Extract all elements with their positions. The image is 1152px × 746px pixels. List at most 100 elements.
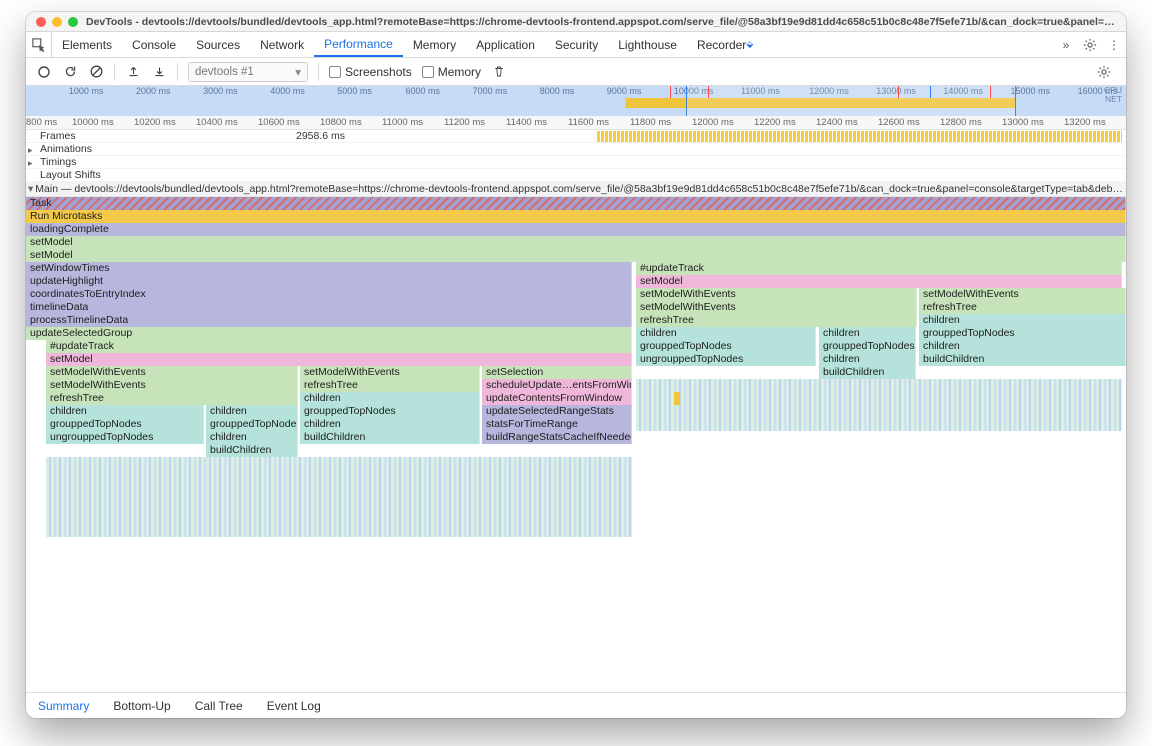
flame-bar[interactable]: grouppedTopNodes	[919, 327, 1126, 340]
overview-selection[interactable]	[686, 86, 1016, 116]
recording-select[interactable]: devtools #1 ▾	[188, 62, 308, 82]
details-tab-bottom-up[interactable]: Bottom-Up	[101, 693, 182, 718]
flame-bar[interactable]: setModelWithEvents	[636, 301, 917, 314]
flame-bar[interactable]: setModel	[26, 236, 1126, 249]
flame-bar[interactable]: #updateTrack	[46, 340, 632, 353]
flame-bar[interactable]: children	[206, 431, 298, 444]
animations-track[interactable]: ▸ Animations	[26, 143, 1126, 156]
flame-bar[interactable]: setModelWithEvents	[636, 288, 917, 301]
flame-bar[interactable]: ungrouppedTopNodes	[636, 353, 816, 366]
tab-security[interactable]: Security	[545, 32, 608, 57]
timings-track[interactable]: ▸ Timings	[26, 156, 1126, 169]
tab-elements[interactable]: Elements	[52, 32, 122, 57]
overview-marker	[930, 86, 931, 98]
tab-application[interactable]: Application	[466, 32, 545, 57]
flame-bar[interactable]: children	[206, 405, 298, 418]
flame-bar[interactable]: statsForTimeRange	[482, 418, 632, 431]
record-icon[interactable]	[36, 64, 52, 80]
flame-bar[interactable]: #updateTrack	[636, 262, 1122, 275]
flame-bar[interactable]: buildChildren	[206, 444, 298, 457]
flame-bar[interactable]: grouppedTopNodes	[819, 340, 916, 353]
flame-bar[interactable]: buildChildren	[300, 431, 480, 444]
screenshots-toggle[interactable]: Screenshots	[329, 65, 412, 79]
flame-bar[interactable]: updateContentsFromWindow	[482, 392, 632, 405]
tab-sources[interactable]: Sources	[186, 32, 250, 57]
flame-bar[interactable]: grouppedTopNodes	[206, 418, 298, 431]
layout-shifts-label: Layout Shifts	[40, 169, 101, 181]
minimize-icon[interactable]	[52, 17, 62, 27]
memory-toggle[interactable]: Memory	[422, 65, 481, 79]
settings-gear-icon[interactable]	[1078, 32, 1102, 57]
flame-bar[interactable]: children	[46, 405, 204, 418]
overview-marker	[898, 86, 899, 98]
flame-bar[interactable]: updateHighlight	[26, 275, 632, 288]
tab-recorder[interactable]: Recorder ⬙	[687, 32, 763, 57]
frames-track[interactable]: Frames 2958.6 ms	[26, 130, 1126, 143]
flame-bar[interactable]: refreshTree	[300, 379, 480, 392]
flame-bar[interactable]: buildChildren	[919, 353, 1126, 366]
details-tab-event-log[interactable]: Event Log	[255, 693, 333, 718]
flame-deep-stack[interactable]	[46, 457, 632, 537]
tab-network[interactable]: Network	[250, 32, 314, 57]
main-track-header[interactable]: ▾ Main — devtools://devtools/bundled/dev…	[26, 182, 1126, 197]
flame-chart[interactable]: TaskRun MicrotasksloadingCompletesetMode…	[26, 197, 1126, 692]
details-tab-summary[interactable]: Summary	[26, 693, 101, 718]
flame-bar[interactable]: children	[636, 327, 816, 340]
flame-bar[interactable]: setModel	[636, 275, 1122, 288]
flame-bar[interactable]: setModelWithEvents	[46, 379, 298, 392]
flame-bar[interactable]: loadingComplete	[26, 223, 1126, 236]
flame-bar[interactable]: children	[819, 327, 916, 340]
flame-bar[interactable]: buildRangeStatsCacheIfNeeded	[482, 431, 632, 444]
close-icon[interactable]	[36, 17, 46, 27]
flame-bar[interactable]: children	[919, 340, 1126, 353]
flame-bar[interactable]: refreshTree	[636, 314, 917, 327]
flame-bar[interactable]: Run Microtasks	[26, 210, 1126, 223]
flame-bar[interactable]: setModelWithEvents	[300, 366, 480, 379]
upload-icon[interactable]	[125, 64, 141, 80]
flame-bar[interactable]: children	[300, 392, 480, 405]
download-icon[interactable]	[151, 64, 167, 80]
reload-icon[interactable]	[62, 64, 78, 80]
tab-performance[interactable]: Performance	[314, 32, 403, 57]
flame-bar[interactable]: scheduleUpdate…entsFromWindow	[482, 379, 632, 392]
flame-bar[interactable]: setModelWithEvents	[919, 288, 1126, 301]
inspect-element-icon[interactable]	[26, 32, 52, 57]
flame-bar[interactable]: timelineData	[26, 301, 632, 314]
flame-bar[interactable]: children	[300, 418, 480, 431]
flame-bar[interactable]: buildChildren	[819, 366, 916, 379]
overview-panel[interactable]: 1000 ms2000 ms3000 ms4000 ms5000 ms6000 …	[26, 86, 1126, 116]
details-tab-call-tree[interactable]: Call Tree	[183, 693, 255, 718]
delete-icon[interactable]	[491, 64, 507, 80]
tab-lighthouse[interactable]: Lighthouse	[608, 32, 687, 57]
time-tick: 12800 ms	[940, 117, 982, 128]
time-ruler[interactable]: 800 ms10000 ms10200 ms10400 ms10600 ms10…	[26, 116, 1126, 130]
flame-bar[interactable]: setModel	[26, 249, 1126, 262]
flame-bar[interactable]: coordinatesToEntryIndex	[26, 288, 632, 301]
timings-label: Timings	[40, 156, 76, 168]
flame-bar[interactable]: setModelWithEvents	[46, 366, 298, 379]
flame-bar[interactable]: setWindowTimes	[26, 262, 632, 275]
panel-settings-gear-icon[interactable]	[1092, 65, 1116, 79]
flame-bar[interactable]: children	[819, 353, 916, 366]
flame-bar[interactable]: grouppedTopNodes	[46, 418, 204, 431]
flame-bar[interactable]: setModel	[46, 353, 632, 366]
flame-bar[interactable]: refreshTree	[919, 301, 1126, 314]
flame-bar[interactable]: grouppedTopNodes	[636, 340, 816, 353]
flame-bar[interactable]: ungrouppedTopNodes	[46, 431, 204, 444]
clear-icon[interactable]	[88, 64, 104, 80]
flame-bar[interactable]: processTimelineData	[26, 314, 632, 327]
flame-bar[interactable]: grouppedTopNodes	[300, 405, 480, 418]
flame-bar[interactable]: updateSelectedGroup	[26, 327, 632, 340]
flame-bar[interactable]: refreshTree	[46, 392, 298, 405]
tab-memory[interactable]: Memory	[403, 32, 466, 57]
maximize-icon[interactable]	[68, 17, 78, 27]
flame-bar[interactable]: updateSelectedRangeStats	[482, 405, 632, 418]
flame-bar[interactable]: children	[919, 314, 1126, 327]
layout-shifts-track[interactable]: Layout Shifts	[26, 169, 1126, 182]
flame-deep-stack[interactable]	[636, 379, 1122, 431]
tabs-overflow-icon[interactable]: »	[1054, 32, 1078, 57]
flame-bar[interactable]: Task	[26, 197, 1126, 210]
tab-console[interactable]: Console	[122, 32, 186, 57]
flame-bar[interactable]: setSelection	[482, 366, 632, 379]
kebab-menu-icon[interactable]: ⋮	[1102, 32, 1126, 57]
